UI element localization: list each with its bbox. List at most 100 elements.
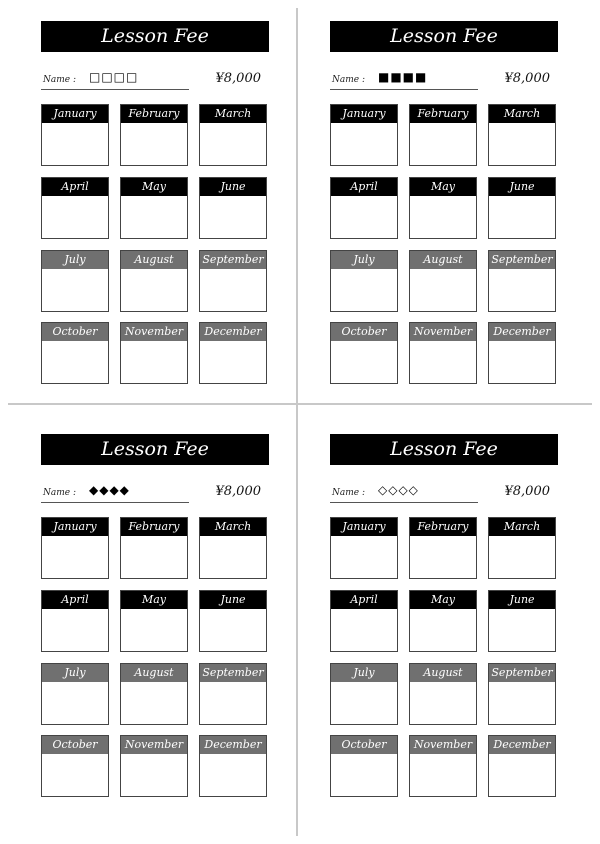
month-box-february[interactable]: February [120,104,188,166]
month-box-august[interactable]: August [120,663,188,725]
name-value: ◆◆◆◆ [89,483,130,497]
month-label: July [42,251,108,269]
month-label: April [331,178,397,196]
name-value: □□□□ [89,70,139,84]
month-box-july[interactable]: July [41,250,109,312]
month-label: April [42,178,108,196]
month-box-october[interactable]: October [41,735,109,797]
name-field[interactable]: Name : □□□□ [41,69,189,90]
month-box-march[interactable]: March [199,517,267,579]
month-label: October [331,323,397,341]
month-label: June [489,591,555,609]
name-label: Name : [332,75,365,85]
name-label: Name : [332,488,365,498]
month-box-october[interactable]: October [41,322,109,384]
month-label: December [200,736,266,754]
month-box-september[interactable]: September [199,250,267,312]
month-label: October [331,736,397,754]
vertical-cut-line [296,8,298,836]
month-box-june[interactable]: June [488,177,556,239]
month-box-september[interactable]: September [488,663,556,725]
month-label: April [331,591,397,609]
month-label: April [42,591,108,609]
month-box-may[interactable]: May [120,177,188,239]
month-label: May [410,178,476,196]
month-box-february[interactable]: February [409,517,477,579]
month-label: August [410,251,476,269]
name-label: Name : [43,75,76,85]
month-box-june[interactable]: June [199,177,267,239]
fee-amount: ¥8,000 [215,484,262,499]
month-box-january[interactable]: January [330,517,398,579]
month-label: September [489,251,555,269]
month-label: December [200,323,266,341]
month-label: August [121,664,187,682]
month-box-may[interactable]: May [409,590,477,652]
fee-amount: ¥8,000 [504,484,551,499]
name-value: ◇◇◇◇ [378,483,419,497]
month-label: October [42,736,108,754]
month-box-april[interactable]: April [330,177,398,239]
fee-amount: ¥8,000 [215,71,262,86]
month-box-december[interactable]: December [488,735,556,797]
name-field[interactable]: Name : ◇◇◇◇ [330,482,478,503]
month-box-september[interactable]: September [488,250,556,312]
month-box-june[interactable]: June [199,590,267,652]
month-box-january[interactable]: January [41,517,109,579]
month-box-june[interactable]: June [488,590,556,652]
month-box-october[interactable]: October [330,322,398,384]
month-box-august[interactable]: August [409,663,477,725]
month-box-march[interactable]: March [199,104,267,166]
card-title: Lesson Fee [41,21,269,52]
month-label: March [489,105,555,123]
month-box-september[interactable]: September [199,663,267,725]
month-box-july[interactable]: July [330,250,398,312]
month-label: March [200,518,266,536]
month-label: March [200,105,266,123]
card-title: Lesson Fee [330,21,558,52]
month-label: February [121,105,187,123]
month-label: January [42,518,108,536]
month-label: November [410,736,476,754]
month-label: February [410,105,476,123]
month-box-march[interactable]: March [488,104,556,166]
lesson-fee-card: Lesson Fee Name : ■■■■ ¥8,000 January Fe… [330,21,558,391]
horizontal-cut-line [8,403,592,405]
name-label: Name : [43,488,76,498]
month-label: June [200,178,266,196]
month-box-april[interactable]: April [330,590,398,652]
name-field[interactable]: Name : ■■■■ [330,69,478,90]
month-box-january[interactable]: January [41,104,109,166]
card-title: Lesson Fee [41,434,269,465]
month-box-november[interactable]: November [409,735,477,797]
month-label: May [410,591,476,609]
name-field[interactable]: Name : ◆◆◆◆ [41,482,189,503]
month-box-july[interactable]: July [41,663,109,725]
month-box-april[interactable]: April [41,590,109,652]
month-box-march[interactable]: March [488,517,556,579]
month-label: June [489,178,555,196]
month-box-december[interactable]: December [199,735,267,797]
month-box-may[interactable]: May [120,590,188,652]
month-box-november[interactable]: November [120,735,188,797]
month-box-august[interactable]: August [120,250,188,312]
month-box-july[interactable]: July [330,663,398,725]
month-box-december[interactable]: December [199,322,267,384]
month-label: July [42,664,108,682]
month-box-november[interactable]: November [409,322,477,384]
month-box-november[interactable]: November [120,322,188,384]
month-box-december[interactable]: December [488,322,556,384]
month-box-january[interactable]: January [330,104,398,166]
month-box-august[interactable]: August [409,250,477,312]
month-box-february[interactable]: February [409,104,477,166]
month-label: December [489,323,555,341]
month-box-february[interactable]: February [120,517,188,579]
month-label: January [331,105,397,123]
month-label: February [410,518,476,536]
month-label: January [42,105,108,123]
month-box-may[interactable]: May [409,177,477,239]
month-box-april[interactable]: April [41,177,109,239]
lesson-fee-card: Lesson Fee Name : □□□□ ¥8,000 January Fe… [41,21,269,391]
month-label: September [200,251,266,269]
month-box-october[interactable]: October [330,735,398,797]
